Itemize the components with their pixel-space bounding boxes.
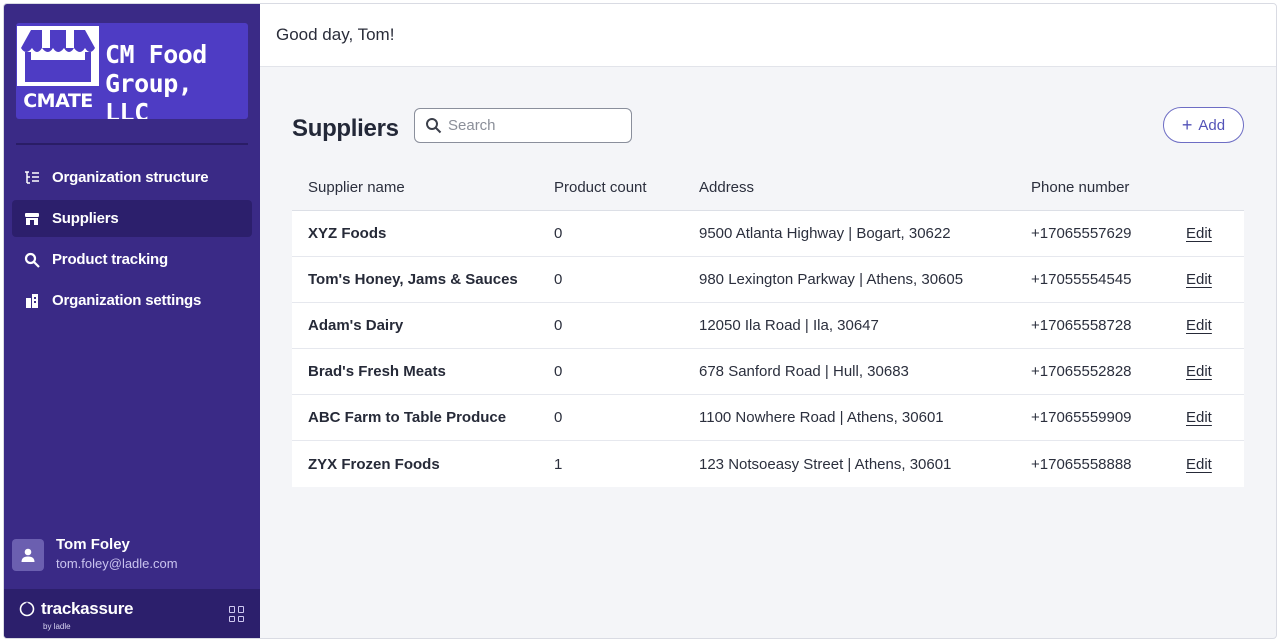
supplier-address: 678 Sanford Road | Hull, 30683 [699,363,909,380]
building-icon [24,293,40,309]
greeting: Good day, Tom! [276,25,395,44]
sidebar-item-label: Organization settings [52,292,202,309]
app-grid-icon[interactable] [229,606,245,622]
product-count: 0 [554,271,563,288]
supplier-name: XYZ Foods [308,225,387,242]
brand-subtitle: by ladle [43,622,71,631]
user-name: Tom Foley [56,536,130,553]
supplier-phone: +17065558728 [1031,317,1132,334]
product-count: 1 [554,455,563,473]
supplier-address: 9500 Atlanta Highway | Bogart, 30622 [699,225,951,242]
search-icon [426,118,442,134]
sidebar-item-label: Organization structure [52,169,209,186]
brand-logo: trackassure [19,599,133,619]
supplier-phone: +17065559909 [1031,409,1132,426]
table-row[interactable]: Brad's Fresh Meats 0 678 Sanford Road | … [292,349,1244,395]
sidebar-item-suppliers[interactable]: Suppliers [12,200,252,237]
supplier-name: Adam's Dairy [308,317,404,334]
sidebar: CMATE CM Food Group, LLC Organization st… [4,4,260,638]
edit-link[interactable]: Edit [1186,363,1212,380]
sidebar-item-label: Suppliers [52,210,119,227]
sidebar-item-product-tracking[interactable]: Product tracking [12,241,252,278]
sidebar-nav: Organization structure Suppliers Product… [12,159,252,323]
trackassure-logo-icon [19,601,35,617]
search-input[interactable] [448,117,618,134]
suppliers-table: Supplier name Product count Address Phon… [292,165,1244,487]
brand-name: trackassure [41,599,134,618]
org-structure-icon [24,170,40,186]
sidebar-divider [16,143,248,145]
store-icon [24,211,40,227]
table-row[interactable]: Tom's Honey, Jams & Sauces 0 980 Lexingt… [292,257,1244,303]
supplier-phone: +17065552828 [1031,363,1132,380]
page-title: Suppliers [292,115,399,142]
company-name: CM Food Group, LLC [105,40,207,119]
sidebar-item-label: Product tracking [52,251,168,268]
plus-icon: + [1181,115,1193,135]
table-row[interactable]: ABC Farm to Table Produce 0 1100 Nowhere… [292,395,1244,441]
avatar [12,539,44,571]
column-header-address: Address [699,179,755,196]
main-content: Suppliers + Add Supplier name Product co… [260,67,1276,638]
supplier-name: Brad's Fresh Meats [308,363,446,380]
search-box[interactable] [414,108,632,143]
search-icon [24,252,40,268]
sidebar-item-organization-structure[interactable]: Organization structure [12,159,252,196]
supplier-name: ABC Farm to Table Produce [308,409,507,426]
supplier-phone: +17065558888 [1031,455,1132,473]
supplier-address: 123 Notsoeasy Street | Athens, 30601 [699,455,952,473]
store-body [25,60,91,82]
user-profile[interactable]: Tom Foley tom.foley@ladle.com [12,536,252,576]
product-count: 0 [554,317,563,334]
product-count: 0 [554,409,563,426]
column-header-phone-number: Phone number [1031,179,1130,196]
add-button-label: Add [1198,116,1226,134]
supplier-phone: +17065557629 [1031,225,1132,242]
supplier-address: 1100 Nowhere Road | Athens, 30601 [699,409,944,426]
store-logo-icon: CMATE [17,26,99,117]
column-header-supplier-name: Supplier name [308,179,405,196]
supplier-name: ZYX Frozen Foods [308,455,440,473]
supplier-name: Tom's Honey, Jams & Sauces [308,271,518,288]
edit-link[interactable]: Edit [1186,317,1212,334]
table-row[interactable]: ZYX Frozen Foods 1 123 Notsoeasy Street … [292,441,1244,487]
edit-link[interactable]: Edit [1186,225,1212,242]
sidebar-footer: trackassure by ladle [4,589,260,638]
supplier-phone: +17055554545 [1031,271,1132,288]
user-icon [21,548,35,562]
company-logo[interactable]: CMATE CM Food Group, LLC [16,23,248,119]
table-header: Supplier name Product count Address Phon… [292,165,1244,211]
sidebar-item-organization-settings[interactable]: Organization settings [12,282,252,319]
column-header-product-count: Product count [554,179,647,196]
edit-link[interactable]: Edit [1186,271,1212,288]
table-row[interactable]: XYZ Foods 0 9500 Atlanta Highway | Bogar… [292,211,1244,257]
edit-link[interactable]: Edit [1186,409,1212,426]
product-count: 0 [554,363,563,380]
app-window: CMATE CM Food Group, LLC Organization st… [3,3,1277,639]
supplier-address: 980 Lexington Parkway | Athens, 30605 [699,271,964,288]
supplier-address: 12050 Ila Road | Ila, 30647 [699,317,879,334]
product-count: 0 [554,225,563,242]
user-email: tom.foley@ladle.com [56,556,178,571]
top-bar: Good day, Tom! [260,4,1276,67]
table-row[interactable]: Adam's Dairy 0 12050 Ila Road | Ila, 306… [292,303,1244,349]
add-supplier-button[interactable]: + Add [1163,107,1244,143]
logo-badge-text: CMATE [17,86,99,117]
awning-graphic [21,30,95,52]
edit-link[interactable]: Edit [1186,456,1212,473]
